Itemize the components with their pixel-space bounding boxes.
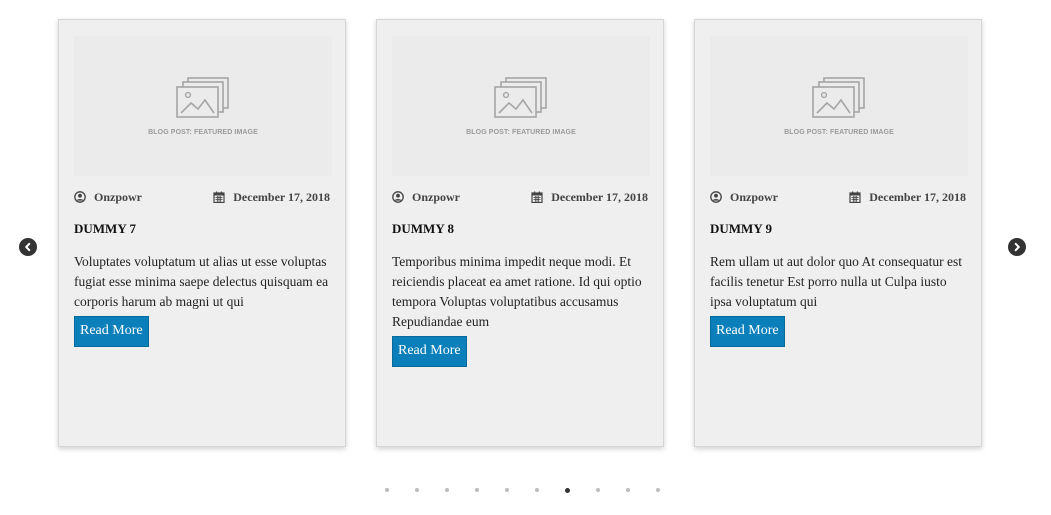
read-more-button[interactable]: Read More (392, 336, 467, 367)
post-title: DUMMY 7 (74, 221, 136, 236)
post-excerpt: Temporibus minima impedit neque modi. Et… (392, 254, 642, 329)
featured-image-placeholder: BLOG POST: FEATURED IMAGE (74, 36, 332, 176)
read-more-button[interactable]: Read More (74, 316, 149, 347)
read-more-button[interactable]: Read More (710, 316, 785, 347)
author-name: Onzpowr (730, 189, 778, 204)
post-author: Onzpowr (74, 190, 142, 205)
post-meta: Onzpowr December 17, 2018 (710, 189, 966, 205)
pagination-dot[interactable] (535, 488, 539, 492)
pagination-dot[interactable] (656, 488, 660, 492)
user-circle-icon (74, 191, 86, 203)
date-text: December 17, 2018 (551, 189, 648, 204)
featured-image-placeholder: BLOG POST: FEATURED IMAGE (710, 36, 968, 176)
post-date: December 17, 2018 (531, 190, 648, 205)
post-author: Onzpowr (710, 190, 778, 205)
pagination-dot[interactable] (415, 488, 419, 492)
pagination-dot[interactable] (385, 488, 389, 492)
chevron-right-icon (1014, 242, 1020, 252)
post-title: DUMMY 9 (710, 221, 772, 236)
post-card: BLOG POST: FEATURED IMAGE Onzpowr Decemb… (58, 19, 346, 447)
featured-image-caption: BLOG POST: FEATURED IMAGE (784, 128, 894, 136)
post-date: December 17, 2018 (849, 190, 966, 205)
featured-image-placeholder: BLOG POST: FEATURED IMAGE (392, 36, 650, 176)
post-card: BLOG POST: FEATURED IMAGE Onzpowr Decemb… (376, 19, 664, 447)
calendar-icon (213, 191, 225, 203)
post-card: BLOG POST: FEATURED IMAGE Onzpowr Decemb… (694, 19, 982, 447)
calendar-icon (849, 191, 861, 203)
image-stack-icon (494, 76, 547, 118)
calendar-icon (531, 191, 543, 203)
post-meta: Onzpowr December 17, 2018 (392, 189, 648, 205)
post-excerpt: Rem ullam ut aut dolor quo At consequatu… (710, 254, 962, 309)
pagination-dot[interactable] (445, 488, 449, 492)
pagination-dot[interactable] (596, 488, 600, 492)
post-date: December 17, 2018 (213, 190, 330, 205)
author-name: Onzpowr (94, 189, 142, 204)
image-stack-icon (812, 76, 865, 118)
post-author: Onzpowr (392, 190, 460, 205)
card-track: BLOG POST: FEATURED IMAGE Onzpowr Decemb… (58, 19, 982, 447)
date-text: December 17, 2018 (869, 189, 966, 204)
user-circle-icon (392, 191, 404, 203)
prev-arrow-button[interactable] (19, 238, 37, 256)
post-carousel: BLOG POST: FEATURED IMAGE Onzpowr Decemb… (0, 0, 1051, 515)
pagination-dot[interactable] (626, 488, 630, 492)
pagination-dot[interactable] (505, 488, 509, 492)
featured-image-caption: BLOG POST: FEATURED IMAGE (466, 128, 576, 136)
date-text: December 17, 2018 (233, 189, 330, 204)
next-arrow-button[interactable] (1008, 238, 1026, 256)
post-meta: Onzpowr December 17, 2018 (74, 189, 330, 205)
pagination-dot-active[interactable] (565, 487, 570, 493)
author-name: Onzpowr (412, 189, 460, 204)
user-circle-icon (710, 191, 722, 203)
chevron-left-icon (25, 242, 31, 252)
post-title: DUMMY 8 (392, 221, 454, 236)
featured-image-caption: BLOG POST: FEATURED IMAGE (148, 128, 258, 136)
pagination-dot[interactable] (475, 488, 479, 492)
image-stack-icon (176, 76, 229, 118)
post-excerpt: Voluptates voluptatum ut alias ut esse v… (74, 254, 329, 309)
pagination-dots (385, 487, 660, 493)
